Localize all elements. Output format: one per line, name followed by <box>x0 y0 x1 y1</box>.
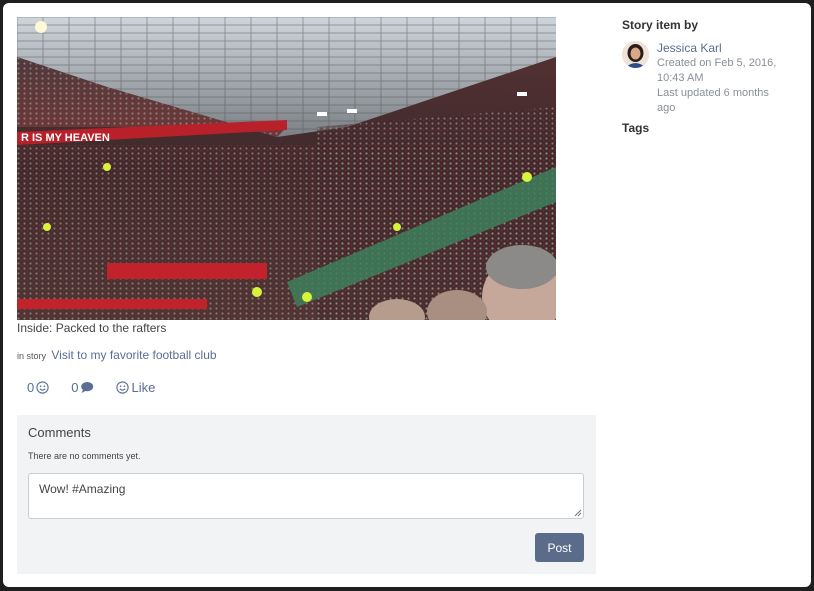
story-item-caption: Inside: Packed to the rafters <box>17 321 167 335</box>
comment-count: 0 <box>71 380 79 395</box>
story-photo[interactable]: R IS MY HEAVEN <box>17 17 556 320</box>
story-item-by-heading: Story item by <box>622 18 699 32</box>
story-link[interactable]: Visit to my favorite football club <box>51 348 216 362</box>
in-story-line: in story Visit to my favorite football c… <box>17 348 217 362</box>
comments-title: Comments <box>28 425 91 440</box>
last-updated: Last updated 6 months ago <box>657 87 769 114</box>
author-block: Jessica Karl Created on Feb 5, 2016, 10:… <box>622 41 792 121</box>
stadium-photo-image: R IS MY HEAVEN <box>17 17 556 320</box>
like-button[interactable]: Like <box>116 380 155 395</box>
comment-count-button[interactable]: 0 <box>71 380 94 395</box>
like-label: Like <box>131 380 156 395</box>
resize-handle-icon[interactable] <box>574 509 582 517</box>
no-comments-text: There are no comments yet. <box>28 451 141 461</box>
author-avatar-image <box>622 41 649 68</box>
smile-icon <box>36 381 49 394</box>
avatar[interactable] <box>622 41 649 68</box>
author-info: Jessica Karl Created on Feb 5, 2016, 10:… <box>657 41 787 116</box>
author-name[interactable]: Jessica Karl <box>657 41 787 56</box>
stadium-banner-text: R IS MY HEAVEN <box>21 132 110 144</box>
reaction-bar: 0 0 Like <box>27 380 177 395</box>
post-button[interactable]: Post <box>535 533 584 562</box>
comment-input[interactable]: Wow! #Amazing <box>28 473 584 519</box>
tags-heading: Tags <box>622 121 650 135</box>
like-smile-icon <box>116 381 130 394</box>
in-story-prefix: in story <box>17 351 47 361</box>
comments-panel: Comments There are no comments yet. Wow!… <box>17 415 596 574</box>
story-item-sidebar: Story item by Jessica Karl Created on Fe… <box>622 18 792 135</box>
story-item-card: R IS MY HEAVEN Inside: Packed to the raf… <box>3 3 811 587</box>
created-date: Created on Feb 5, 2016, 10:43 AM <box>657 57 777 84</box>
smile-count: 0 <box>27 380 35 395</box>
smile-count-button[interactable]: 0 <box>27 380 49 395</box>
comment-bubble-icon <box>81 382 94 393</box>
